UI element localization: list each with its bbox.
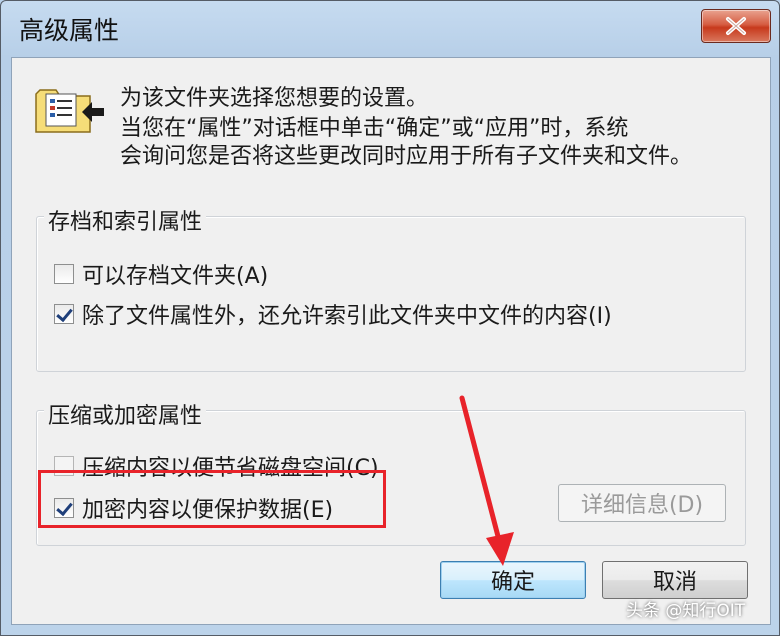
archive-checkbox-label[interactable]: 可以存档文件夹(A) — [82, 258, 268, 290]
window-title: 高级属性 — [19, 16, 120, 45]
highlight-annotation-box — [38, 470, 386, 528]
archive-group-box — [36, 216, 746, 372]
details-button[interactable]: 详细信息(D) — [558, 484, 726, 522]
close-icon — [726, 17, 746, 35]
description-line-1: 为该文件夹选择您想要的设置。 — [120, 86, 429, 111]
description-line-3: 会询问您是否将这些更改同时应用于所有子文件夹和文件。 — [120, 144, 693, 169]
index-checkbox-label[interactable]: 除了文件属性外，还允许索引此文件夹中文件的内容(I) — [82, 298, 612, 330]
archive-checkbox[interactable] — [54, 264, 74, 284]
title-bar[interactable]: 高级属性 — [1, 1, 780, 57]
archive-checkbox-row[interactable]: 可以存档文件夹(A) — [54, 258, 268, 290]
dialog-client-area: 为该文件夹选择您想要的设置。 当您在“属性”对话框中单击“确定”或“应用”时，系… — [11, 57, 771, 625]
close-button[interactable] — [701, 9, 771, 43]
ok-button[interactable]: 确定 — [440, 561, 586, 599]
dialog-window: 高级属性 为该文件夹选择您想要的设置。 当您在“属性”对话框中单击“确定”或“应… — [0, 0, 780, 636]
index-checkbox-row[interactable]: 除了文件属性外，还允许索引此文件夹中文件的内容(I) — [54, 298, 612, 330]
cancel-button[interactable]: 取消 — [602, 561, 748, 599]
folder-attributes-icon — [35, 89, 104, 133]
index-checkbox[interactable] — [54, 304, 74, 324]
compress-group-label: 压缩或加密属性 — [44, 398, 207, 430]
watermark-text: 头条 @知行OIT — [626, 601, 746, 621]
archive-group-label: 存档和索引属性 — [44, 204, 207, 236]
